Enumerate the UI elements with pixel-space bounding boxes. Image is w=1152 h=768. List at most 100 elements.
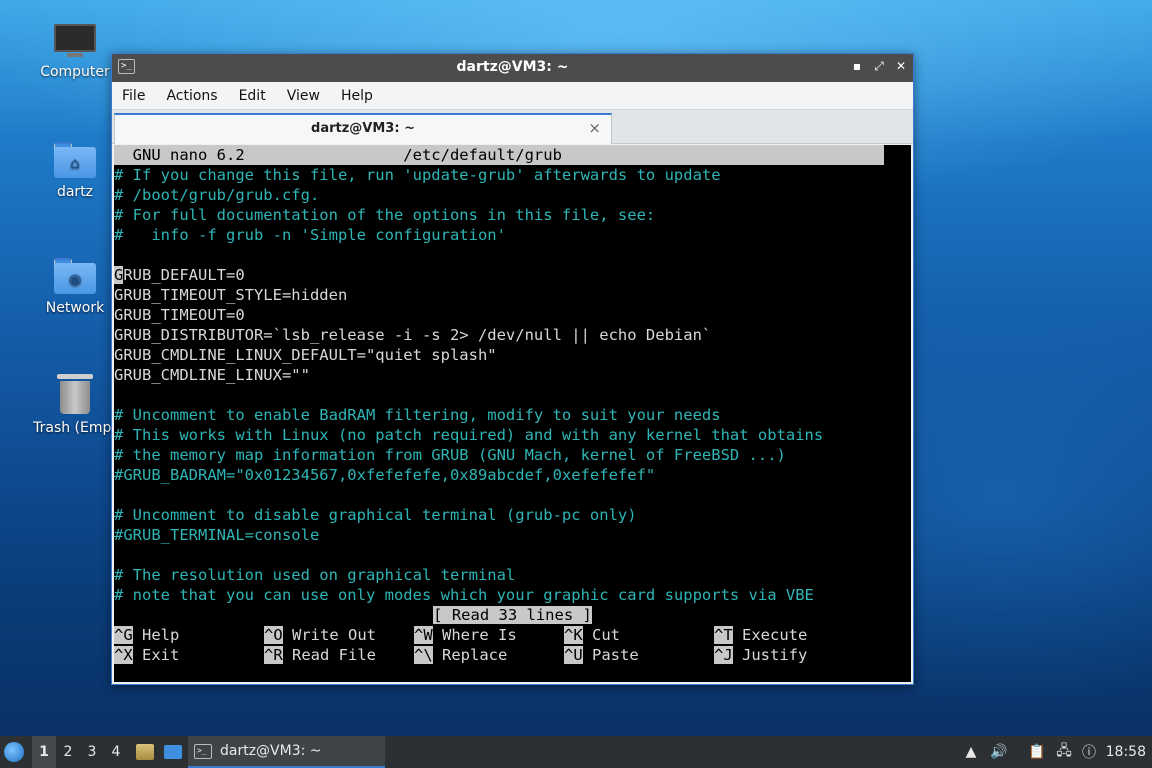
shortcut-paste: ^U Paste [564,645,714,665]
nano-line: # /boot/grub/grub.cfg. [114,186,320,204]
nano-line: # If you change this file, run 'update-g… [114,166,721,184]
window-titlebar[interactable]: >_ dartz@VM3: ~ ▪ ⤢ ✕ [112,54,913,82]
nano-line: GRUB_DISTRIBUTOR=`lsb_release -i -s 2> /… [114,326,712,344]
terminal-tab[interactable]: dartz@VM3: ~ × [114,113,612,144]
nano-line: # the memory map information from GRUB (… [114,446,786,464]
network-tray[interactable]: 🖧 [1055,736,1075,768]
workspace-4[interactable]: 4 [104,736,128,768]
terminal-window: >_ dartz@VM3: ~ ▪ ⤢ ✕ File Actions Edit … [111,53,914,685]
home-folder-icon: ⌂ [54,142,96,178]
shortcut-row: ^X Exit ^R Read File ^\ Replace ^U Paste ^J … [114,645,911,665]
clock[interactable]: 18:58 [1106,736,1146,768]
nano-line: # info -f grub -n 'Simple configuration' [114,226,506,244]
window-title: dartz@VM3: ~ [456,59,569,75]
notification-icon: ⓘ [1082,745,1096,761]
nano-line: GRUB_CMDLINE_LINUX_DEFAULT="quiet splash… [114,346,497,364]
nano-line: GRUB_DEFAULT=0 [114,266,245,284]
shortcut-label: Execute [742,626,808,644]
shortcut-label: Help [142,626,180,644]
menu-view[interactable]: View [287,88,320,104]
shortcut-key: ^G [114,626,133,644]
start-menu-button[interactable] [4,736,28,768]
desktop-icon-trash[interactable]: Trash (Empt [25,374,125,436]
nano-line: #GRUB_BADRAM="0x01234567,0xfefefefe,0x89… [114,466,656,484]
shortcut-key: ^\ [414,646,433,664]
shortcut-label: Justify [742,646,808,664]
clipboard-tray[interactable]: 📋 [1028,736,1048,768]
computer-icon [54,24,96,58]
nano-buffer[interactable]: # If you change this file, run 'update-g… [114,165,911,605]
shortcut-key: ^X [114,646,133,664]
show-desktop-button[interactable] [162,736,184,768]
workspace-3[interactable]: 3 [80,736,104,768]
menu-actions[interactable]: Actions [166,88,217,104]
shortcut-justify: ^J Justify [714,645,864,665]
menu-edit[interactable]: Edit [239,88,266,104]
tab-title: dartz@VM3: ~ [311,121,415,136]
workspace-2[interactable]: 2 [56,736,80,768]
notification-tray[interactable]: ⓘ [1080,736,1100,768]
taskbar: 1 2 3 4 >_ dartz@VM3: ~ ▲ 🔊 📋 🖧 ⓘ 18:58 [0,736,1152,768]
tab-strip: dartz@VM3: ~ × [112,110,913,144]
nano-line [114,385,911,405]
terminal-view[interactable]: GNU nano 6.2 /etc/default/grub # If you … [114,145,911,682]
nano-line: # note that you can use only modes which… [114,586,814,604]
nano-line [114,485,911,505]
nano-line: # Uncomment to disable graphical termina… [114,506,637,524]
shortcut-replace: ^\ Replace [414,645,564,665]
nano-line: # For full documentation of the options … [114,206,656,224]
shortcut-read-file: ^R Read File [264,645,414,665]
desktop-icon-computer[interactable]: Computer [25,24,125,80]
clipboard-icon: 📋 [1028,744,1046,760]
file-manager-launcher[interactable] [134,736,156,768]
tab-close-icon[interactable]: × [588,119,601,137]
close-icon[interactable]: ✕ [895,59,907,74]
nano-line [114,545,911,565]
task-label: dartz@VM3: ~ [220,743,322,759]
shortcut-key: ^R [264,646,283,664]
nano-line: GRUB_CMDLINE_LINUX="" [114,366,310,384]
shortcut-execute: ^T Execute [714,625,864,645]
shortcut-key: ^K [564,626,583,644]
minimize-icon[interactable]: ▪ [851,59,863,74]
nano-line: # Uncomment to enable BadRAM filtering, … [114,406,721,424]
nano-line: GRUB_TIMEOUT_STYLE=hidden [114,286,348,304]
nano-shortcut-bar: ^G Help ^O Write Out ^W Where Is ^K Cut ^T E… [114,625,911,665]
shortcut-row: ^G Help ^O Write Out ^W Where Is ^K Cut ^T E… [114,625,911,645]
file-manager-icon [136,744,154,760]
shortcut-label: Replace [442,646,508,664]
nano-line: GRUB_TIMEOUT=0 [114,306,245,324]
shortcut-help: ^G Help [114,625,264,645]
network-folder-icon: ◉ [54,258,96,294]
volume-tray[interactable]: 🔊 [990,736,1010,768]
nano-line: #GRUB_TERMINAL=console [114,526,320,544]
network-icon: 🖧 [1056,743,1072,759]
desktop-icon-label: Trash (Empt [33,420,117,436]
desktop-icon-network[interactable]: ◉ Network [25,258,125,316]
shortcut-key: ^W [414,626,433,644]
shortcut-key: ^O [264,626,283,644]
shortcut-key: ^J [714,646,733,664]
nano-status-text: [ Read 33 lines ] [433,606,592,624]
update-tray[interactable]: ▲ [962,736,982,768]
shortcut-label: Read File [292,646,377,664]
shortcut-label: Cut [592,626,621,644]
desktop-icon-label: dartz [56,184,94,200]
shortcut-cut: ^K Cut [564,625,714,645]
taskbar-task-terminal[interactable]: >_ dartz@VM3: ~ [188,736,385,768]
menu-bar: File Actions Edit View Help [112,82,913,110]
shortcut-label: Write Out [292,626,377,644]
desktop-icon-home[interactable]: ⌂ dartz [25,142,125,200]
show-desktop-icon [164,745,182,759]
menu-help[interactable]: Help [341,88,373,104]
shortcut-label: Where Is [442,626,517,644]
shortcut-key: ^U [564,646,583,664]
terminal-icon: >_ [194,743,212,759]
trash-icon [57,374,93,414]
shortcut-exit: ^X Exit [114,645,264,665]
nano-line: # This works with Linux (no patch requir… [114,426,824,444]
menu-file[interactable]: File [122,88,145,104]
maximize-icon[interactable]: ⤢ [873,59,885,74]
volume-icon: 🔊 [990,744,1008,760]
workspace-1[interactable]: 1 [32,736,56,768]
